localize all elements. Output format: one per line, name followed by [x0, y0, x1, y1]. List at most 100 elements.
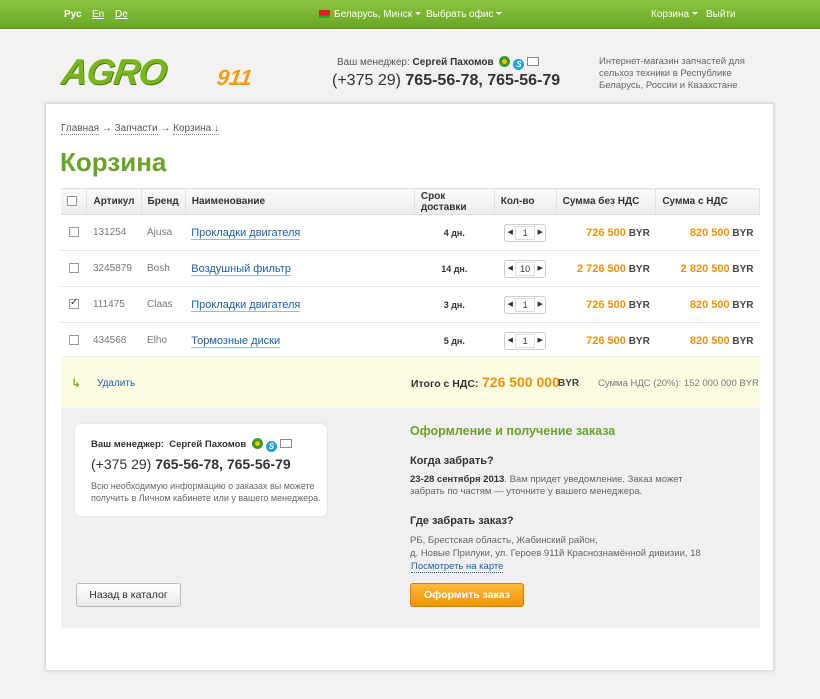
pickup-address: РБ, Брестская область, Жабинский район, … [410, 534, 710, 560]
when-text: 23-28 сентября 2013. Вам придет уведомле… [410, 474, 710, 498]
quantity-input[interactable]: 1 [515, 297, 536, 312]
price-no-vat: 726 500 [586, 226, 626, 239]
row-select[interactable] [61, 250, 87, 287]
mail-icon[interactable] [527, 57, 540, 66]
pickup-date: 23-28 сентября 2013 [410, 474, 505, 485]
delete-selected-link[interactable]: Удалить [97, 378, 135, 389]
cell-qty: ◀ 10 ▶ [494, 250, 557, 287]
top-bar: Рус En De Беларусь, Минск Выбрать офис К… [0, 0, 820, 29]
row-checkbox[interactable] [68, 263, 79, 274]
row-select[interactable] [61, 322, 87, 359]
product-link[interactable]: Воздушный фильтр [191, 262, 291, 276]
increment-icon[interactable]: ▶ [535, 261, 545, 277]
price-vat: 820 500 [689, 334, 730, 347]
where-heading: Где забрать заказ? [410, 515, 514, 527]
chevron-down-icon [692, 12, 699, 15]
cell-sum-vat: 2 820 500 BYR [655, 250, 760, 287]
cart-menu[interactable]: Корзина [651, 9, 699, 20]
product-link[interactable]: Прокладки двигателя [191, 226, 301, 240]
breadcrumb-current[interactable]: Корзина ↓ [173, 123, 220, 135]
cell-article: 131254 [86, 214, 141, 251]
header-sum-no-vat[interactable]: Сумма без НДС [556, 188, 657, 215]
header-select-all[interactable] [61, 188, 88, 215]
currency: BYR [732, 335, 754, 347]
increment-icon[interactable]: ▶ [535, 297, 545, 313]
cell-qty: ◀ 1 ▶ [494, 322, 557, 359]
manager-card-phone: (+375 29) 765-56-78, 765-56-79 [91, 456, 291, 472]
quantity-stepper[interactable]: ◀ 1 ▶ [504, 295, 547, 314]
icq-icon[interactable] [251, 438, 263, 449]
corner-arrow-icon: ↳ [71, 376, 82, 390]
cell-sum-vat: 820 500 BYR [655, 322, 760, 359]
breadcrumb-home[interactable]: Главная [61, 123, 100, 135]
site-logo[interactable]: AGRO 911 [59, 51, 282, 92]
row-select[interactable] [61, 286, 87, 323]
cell-article: 3245879 [86, 250, 141, 287]
row-checkbox[interactable] [68, 227, 79, 238]
quantity-input[interactable]: 10 [515, 261, 536, 276]
lang-ru[interactable]: Рус [64, 9, 82, 20]
cell-sum-vat: 820 500 BYR [655, 214, 760, 251]
checkout-section: Ваш менеджер: Сергей Пахомов S (+375 29)… [61, 408, 760, 628]
main-panel: Главная → Запчасти → Корзина ↓ Корзина А… [45, 103, 774, 671]
product-link[interactable]: Прокладки двигателя [191, 298, 301, 312]
place-order-button[interactable]: Оформить заказ [410, 583, 524, 607]
select-all-checkbox[interactable] [67, 196, 77, 207]
cell-name: Прокладки двигателя [185, 286, 415, 323]
quantity-stepper[interactable]: ◀ 1 ▶ [504, 223, 547, 242]
decrement-icon[interactable]: ◀ [505, 297, 515, 313]
logout-link[interactable]: Выйти [706, 9, 736, 20]
breadcrumb-parts[interactable]: Запчасти [114, 123, 158, 135]
region-selector[interactable]: Беларусь, Минск [319, 9, 422, 20]
header-manager: Ваш менеджер: Сергей Пахомов S [337, 56, 540, 70]
quantity-stepper[interactable]: ◀ 10 ▶ [504, 259, 547, 278]
increment-icon[interactable]: ▶ [535, 225, 545, 241]
chevron-down-icon [496, 12, 503, 15]
breadcrumb-separator: → [101, 123, 112, 134]
header-qty[interactable]: Кол-во [494, 188, 557, 215]
cell-qty: ◀ 1 ▶ [494, 286, 557, 323]
back-to-catalog-button[interactable]: Назад в каталог [76, 583, 181, 607]
increment-icon[interactable]: ▶ [535, 333, 545, 349]
office-selector[interactable]: Выбрать офис [426, 9, 503, 20]
row-checkbox-checked[interactable] [68, 297, 79, 310]
header-article[interactable]: Артикул [86, 188, 142, 215]
show-map-link[interactable]: Посмотреть на карте [411, 561, 504, 573]
product-link[interactable]: Тормозные диски [191, 334, 281, 348]
manager-label: Ваш менеджер: [337, 57, 410, 68]
quantity-stepper[interactable]: ◀ 1 ▶ [504, 331, 547, 350]
table-row: 111475 Claas Прокладки двигателя 3 дн. ◀… [61, 286, 760, 323]
price-no-vat: 726 500 [586, 298, 626, 311]
decrement-icon[interactable]: ◀ [505, 333, 515, 349]
mail-icon[interactable] [279, 439, 292, 448]
icq-icon[interactable] [499, 56, 511, 67]
cell-brand: Ajusa [141, 214, 186, 251]
decrement-icon[interactable]: ◀ [505, 261, 515, 277]
breadcrumb: Главная → Запчасти → Корзина ↓ [61, 123, 220, 135]
region-label: Беларусь, Минск [334, 9, 413, 20]
row-select[interactable] [61, 214, 87, 251]
skype-icon[interactable]: S [513, 59, 525, 70]
order-title: Оформление и получение заказа [410, 424, 616, 438]
quantity-input[interactable]: 1 [515, 225, 536, 240]
quantity-input[interactable]: 1 [515, 333, 536, 348]
row-checkbox[interactable] [68, 335, 79, 346]
decrement-icon[interactable]: ◀ [505, 225, 515, 241]
lang-de[interactable]: De [115, 9, 128, 20]
header-delivery[interactable]: Срок доставки [414, 188, 495, 215]
price-vat: 2 820 500 [680, 262, 730, 275]
table-row: 131254 Ajusa Прокладки двигателя 4 дн. ◀… [61, 214, 760, 251]
total-label: Итого с НДС: [411, 378, 479, 390]
manager-card: Ваш менеджер: Сергей Пахомов S (+375 29)… [75, 424, 327, 516]
cell-qty: ◀ 1 ▶ [494, 214, 557, 251]
skype-icon[interactable]: S [265, 441, 277, 452]
manager-card-label: Ваш менеджер: [91, 439, 164, 450]
price-vat: 820 500 [689, 226, 730, 239]
cell-name: Прокладки двигателя [185, 214, 415, 251]
header-sum-vat[interactable]: Сумма с НДС [655, 188, 760, 215]
currency: BYR [628, 299, 650, 311]
header-brand[interactable]: Бренд [141, 188, 186, 215]
cell-delivery: 3 дн. [414, 286, 495, 323]
header-name[interactable]: Наименование [185, 188, 415, 215]
lang-en[interactable]: En [92, 9, 104, 20]
